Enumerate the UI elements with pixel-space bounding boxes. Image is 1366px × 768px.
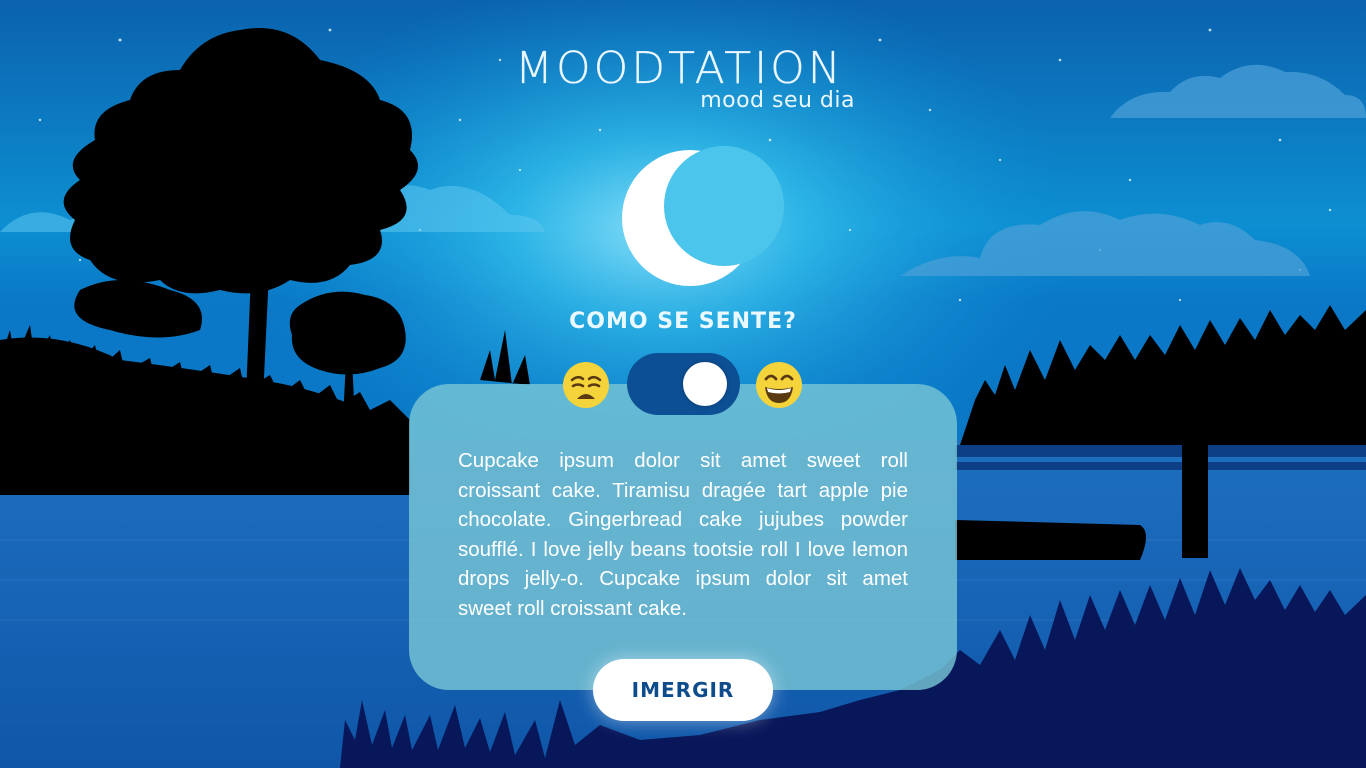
logo-subtitle: mood seu dia — [700, 88, 855, 113]
mood-question: COMO SE SENTE? — [569, 309, 797, 334]
weary-face-icon — [563, 362, 609, 408]
logo-title: MOODTATION — [515, 43, 844, 94]
imergir-button[interactable]: IMERGIR — [593, 659, 773, 721]
card-text: Cupcake ipsum dolor sit amet sweet roll … — [458, 449, 908, 620]
mood-toggle[interactable] — [627, 353, 740, 415]
grinning-face-icon — [756, 362, 802, 408]
moodtation-logo: MOODTATION mood seu dia — [515, 43, 855, 114]
toggle-knob[interactable] — [683, 362, 727, 406]
